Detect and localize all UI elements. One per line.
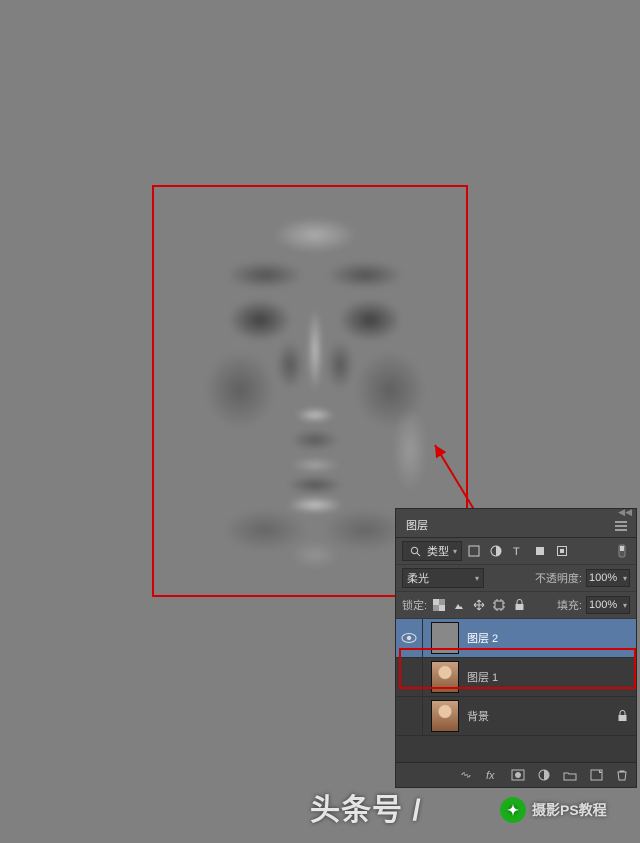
lock-transparent-icon[interactable] — [431, 597, 447, 613]
chevron-down-icon: ▾ — [475, 574, 479, 583]
layer-row[interactable]: 背景 — [396, 697, 636, 736]
wechat-icon: ✦ — [500, 797, 526, 823]
fill-label: 填充: — [557, 597, 582, 613]
visibility-toggle[interactable] — [396, 697, 423, 735]
panel-options-menu[interactable] — [614, 520, 636, 532]
new-layer-icon[interactable] — [588, 767, 604, 783]
filter-adjustment-icon[interactable] — [488, 543, 504, 559]
new-adjustment-icon[interactable] — [536, 767, 552, 783]
filter-type-icon[interactable]: T — [510, 543, 526, 559]
layer-thumbnail[interactable] — [431, 622, 459, 654]
filter-toggle-switch[interactable] — [614, 543, 630, 559]
svg-text:T: T — [513, 546, 520, 557]
blend-mode-select[interactable]: 柔光 ▾ — [402, 568, 484, 588]
lock-artboard-icon[interactable] — [491, 597, 507, 613]
layer-row[interactable]: 图层 2 — [396, 619, 636, 658]
lock-icon — [617, 710, 628, 722]
layers-panel: ◀◀ 图层 类型 ▾ T 柔光 ▾ — [396, 509, 636, 787]
layer-name[interactable]: 背景 — [467, 708, 617, 724]
layer-thumbnail[interactable] — [431, 661, 459, 693]
new-group-icon[interactable] — [562, 767, 578, 783]
opacity-label: 不透明度: — [535, 570, 582, 586]
filter-type-select[interactable]: 类型 ▾ — [402, 541, 462, 561]
watermark-text: 头条号 / — [310, 785, 422, 829]
layer-row[interactable]: 图层 1 — [396, 658, 636, 697]
layer-list: 图层 2 图层 1 背景 — [396, 619, 636, 762]
lock-label: 锁定: — [402, 597, 427, 613]
filter-smartobject-icon[interactable] — [554, 543, 570, 559]
panel-tabbar: 图层 — [396, 515, 636, 538]
lock-position-icon[interactable] — [471, 597, 487, 613]
layer-thumbnail[interactable] — [431, 700, 459, 732]
visibility-toggle[interactable] — [396, 619, 423, 657]
chevron-down-icon: ▾ — [623, 574, 627, 583]
lock-fill-row: 锁定: 填充: 100% ▾ — [396, 592, 636, 619]
visibility-toggle[interactable] — [396, 658, 423, 696]
fill-field[interactable]: 100% ▾ — [586, 596, 630, 614]
watermark-right-text: 摄影PS教程 — [532, 800, 607, 820]
filter-type-label: 类型 — [427, 543, 449, 559]
search-icon — [407, 543, 423, 559]
opacity-value: 100% — [589, 572, 617, 584]
layer-name[interactable]: 图层 2 — [467, 630, 628, 646]
layer-panel-footer: fx — [396, 762, 636, 787]
blend-opacity-row: 柔光 ▾ 不透明度: 100% ▾ — [396, 565, 636, 592]
lock-image-icon[interactable] — [451, 597, 467, 613]
fill-value: 100% — [589, 599, 617, 611]
link-layers-icon[interactable] — [458, 767, 474, 783]
filter-shape-icon[interactable] — [532, 543, 548, 559]
layer-name[interactable]: 图层 1 — [467, 669, 628, 685]
lock-all-icon[interactable] — [511, 597, 527, 613]
add-mask-icon[interactable] — [510, 767, 526, 783]
opacity-field[interactable]: 100% ▾ — [586, 569, 630, 587]
watermark-badge: ✦ 摄影PS教程 — [500, 797, 607, 823]
eye-icon — [401, 632, 417, 644]
svg-text:fx: fx — [486, 770, 495, 781]
chevron-down-icon: ▾ — [623, 601, 627, 610]
delete-layer-icon[interactable] — [614, 767, 630, 783]
layer-filter-row: 类型 ▾ T — [396, 538, 636, 565]
chevron-down-icon: ▾ — [453, 547, 457, 556]
blend-mode-value: 柔光 — [407, 570, 429, 586]
tab-layers[interactable]: 图层 — [396, 515, 438, 537]
layer-style-icon[interactable]: fx — [484, 767, 500, 783]
filter-pixel-icon[interactable] — [466, 543, 482, 559]
